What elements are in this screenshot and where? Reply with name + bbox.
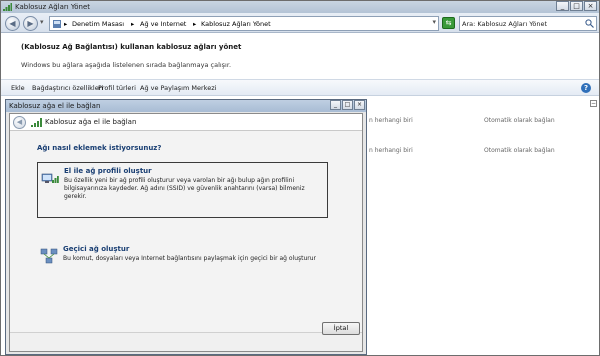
adhoc-network-description: Bu komut, dosyaları veya Internet bağlan… (63, 255, 317, 262)
adhoc-network-title: Geçici ağ oluştur (63, 245, 130, 253)
dialog-header: ◀ Kablosuz ağa el ile bağlan (10, 114, 362, 131)
adapter-properties-button[interactable]: Bağdaştırıcı özellikleri (32, 84, 103, 92)
wireless-network-icon (3, 3, 12, 11)
breadcrumb-network-internet[interactable]: Ağ ve Internet (140, 20, 186, 28)
page-subtitle: Windows bu ağlara aşağıda listelenen sır… (21, 61, 232, 69)
forward-button[interactable]: ▶ (23, 16, 38, 31)
breadcrumb-separator: ▸ (193, 20, 197, 28)
window-title: Kablosuz Ağları Yönet (15, 3, 91, 11)
manual-profile-title: El ile ağ profili oluştur (64, 167, 152, 175)
back-button[interactable]: ◀ (5, 16, 20, 31)
command-bar: Ekle Bağdaştırıcı özellikleri Profil tür… (1, 79, 599, 96)
control-panel-icon (53, 20, 61, 28)
adhoc-network-icon (40, 248, 58, 264)
dialog-footer (10, 332, 362, 351)
dialog-body: ◀ Kablosuz ağa el ile bağlan Ağı nasıl e… (9, 113, 363, 352)
network-security-text: n herhangi biri (369, 147, 413, 154)
dialog-title-bar: Kablosuz ağa el ile bağlan _ □ × (6, 100, 366, 112)
manual-profile-option[interactable]: El ile ağ profili oluştur Bu özellik yen… (37, 162, 328, 218)
breadcrumb-separator: ▸ (131, 20, 135, 28)
add-button[interactable]: Ekle (11, 84, 25, 92)
breadcrumb-control-panel[interactable]: Denetim Masası (72, 20, 124, 28)
manual-connect-dialog: Kablosuz ağa el ile bağlan _ □ × ◀ Kablo… (5, 99, 367, 355)
network-sharing-center-button[interactable]: Ağ ve Paylaşım Merkezi (140, 84, 216, 92)
network-security-text: n herhangi biri (369, 117, 413, 124)
manual-profile-description: Bu özellik yeni bir ağ profili oluşturur… (64, 177, 305, 200)
address-row: ◀ ▶ ▾ ▸ Denetim Masası ▸ Ağ ve Internet … (1, 13, 599, 33)
dialog-close-button[interactable]: × (354, 100, 365, 110)
search-placeholder: Ara: Kablosuz Ağları Yönet (462, 20, 548, 28)
help-icon[interactable]: ? (581, 83, 591, 93)
network-connect-mode: Otomatik olarak bağlan (484, 147, 555, 154)
dialog-question: Ağı nasıl eklemek istiyorsunuz? (37, 144, 162, 152)
close-button[interactable]: × (584, 1, 597, 11)
dialog-title: Kablosuz ağa el ile bağlan (9, 102, 101, 110)
recent-pages-icon[interactable]: ▾ (40, 18, 44, 26)
breadcrumb-manage-wireless[interactable]: Kablosuz Ağları Yönet (201, 20, 271, 28)
network-profile-icon (41, 173, 59, 183)
breadcrumb-separator: ▸ (64, 20, 68, 28)
profile-types-button[interactable]: Profil türleri (98, 84, 136, 92)
network-connect-mode: Otomatik olarak bağlan (484, 117, 555, 124)
title-bar: Kablosuz Ağları Yönet _ □ × (1, 1, 599, 13)
page-title: (Kablosuz Ağ Bağlantısı) kullanan kablos… (21, 43, 242, 51)
collapse-icon[interactable]: − (590, 100, 597, 107)
dialog-minimize-button[interactable]: _ (330, 100, 341, 110)
address-dropdown-icon[interactable]: ▾ (432, 18, 436, 26)
cancel-button[interactable]: İptal (322, 322, 360, 335)
wireless-signal-icon (31, 118, 42, 127)
adhoc-network-option[interactable]: Geçici ağ oluştur Bu komut, dosyaları ve… (37, 241, 328, 271)
maximize-button[interactable]: □ (570, 1, 583, 11)
dialog-back-button[interactable]: ◀ (13, 116, 26, 129)
dialog-header-title: Kablosuz ağa el ile bağlan (45, 118, 137, 126)
search-icon[interactable] (585, 19, 594, 28)
refresh-button[interactable]: ⇆ (442, 17, 455, 29)
minimize-button[interactable]: _ (556, 1, 569, 11)
address-bar[interactable]: ▸ Denetim Masası ▸ Ağ ve Internet ▸ Kabl… (49, 16, 439, 31)
search-input[interactable]: Ara: Kablosuz Ağları Yönet (459, 16, 597, 31)
dialog-maximize-button[interactable]: □ (342, 100, 353, 110)
